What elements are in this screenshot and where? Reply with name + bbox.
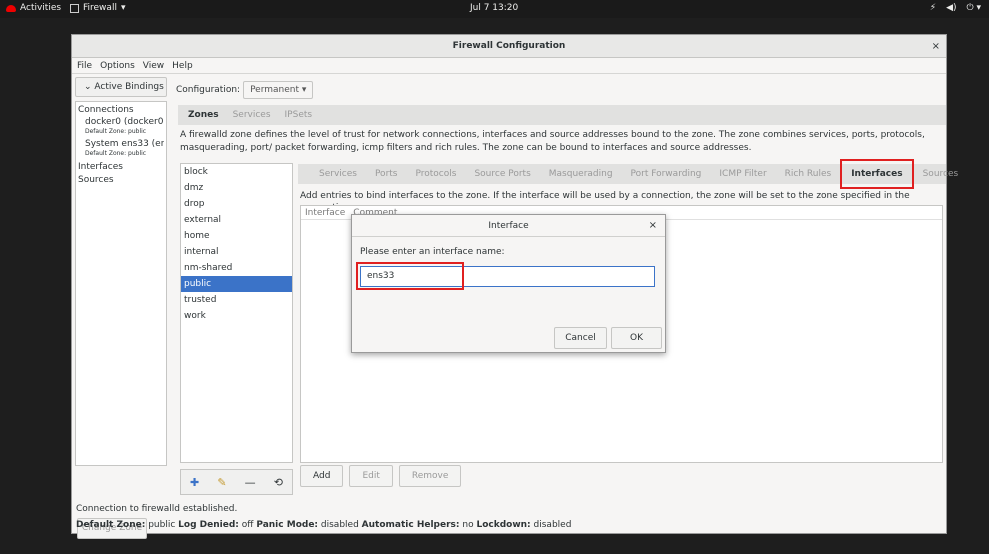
connection-name: System ens33 (ens33) (85, 139, 164, 149)
connection-status: Connection to firewalld established. (76, 504, 238, 514)
menu-file[interactable]: File (77, 58, 92, 73)
default-zone-value: public (148, 520, 176, 530)
system-menu[interactable]: ⚡ ◀) ⏻ ▾ (930, 3, 981, 13)
firewall-app-icon (70, 3, 79, 13)
log-denied-label: Log Denied: (178, 520, 239, 530)
tab-protocols[interactable]: Protocols (406, 164, 465, 184)
dialog-title: Interface (488, 221, 529, 231)
edit-zone-icon[interactable]: ✎ (217, 476, 226, 489)
cancel-button[interactable]: Cancel (554, 327, 607, 349)
panic-mode-value: disabled (320, 520, 359, 530)
tab-masquerading[interactable]: Masquerading (540, 164, 622, 184)
zone-toolbar: ✚ ✎ — ⟲ (180, 469, 293, 495)
active-bindings-panel: ⌄ Active Bindings Connections docker0 (d… (75, 77, 171, 539)
power-icon: ⏻ ▾ (966, 3, 982, 13)
zone-item-home[interactable]: home (181, 228, 292, 244)
edit-button[interactable]: Edit (349, 465, 393, 487)
tab-icmp-filter[interactable]: ICMP Filter (710, 164, 775, 184)
tab-interfaces[interactable]: Interfaces (840, 159, 914, 189)
zone-item-dmz[interactable]: dmz (181, 180, 292, 196)
app-menu[interactable]: Firewall ▾ (70, 3, 125, 13)
tab-source-ports[interactable]: Source Ports (465, 164, 539, 184)
highlight-box (356, 262, 464, 290)
window-title: Firewall Configuration (452, 41, 566, 51)
connection-item[interactable]: System ens33 (ens33) Default Zone: publi… (78, 139, 164, 158)
main-tabs: Zones Services IPSets (178, 105, 946, 125)
top-bar: Activities Firewall ▾ Jul 7 13:20 ⚡ ◀) ⏻… (0, 0, 989, 18)
close-icon[interactable]: × (932, 35, 940, 58)
default-zone-label: Default Zone: (76, 520, 146, 530)
clock[interactable]: Jul 7 13:20 (470, 3, 518, 13)
menu-bar: File Options View Help (72, 58, 946, 74)
configuration-label: Configuration: (176, 85, 241, 95)
status-bar: Default Zone: public Log Denied: off Pan… (76, 518, 571, 532)
menu-options[interactable]: Options (100, 58, 135, 73)
zone-item-work[interactable]: work (181, 308, 292, 324)
active-bindings-button[interactable]: ⌄ Active Bindings (75, 77, 167, 97)
connection-zone: Default Zone: public (85, 150, 147, 157)
interfaces-header[interactable]: Interfaces (78, 161, 164, 174)
zone-item-block[interactable]: block (181, 164, 292, 180)
connection-zone: Default Zone: public (85, 128, 147, 135)
load-defaults-icon[interactable]: ⟲ (274, 476, 283, 489)
tab-port-forwarding[interactable]: Port Forwarding (622, 164, 711, 184)
app-menu-label: Firewall (83, 3, 117, 13)
zone-item-public[interactable]: public (181, 276, 292, 292)
sources-header[interactable]: Sources (78, 174, 164, 187)
zone-item-trusted[interactable]: trusted (181, 292, 292, 308)
automatic-helpers-label: Automatic Helpers: (361, 520, 460, 530)
automatic-helpers-value: no (462, 520, 474, 530)
redhat-logo-icon (6, 4, 16, 12)
ok-button[interactable]: OK (611, 327, 662, 349)
tab-zones[interactable]: Zones (188, 105, 219, 125)
activities-label: Activities (20, 3, 62, 13)
activities-button[interactable]: Activities (6, 3, 61, 13)
column-interface[interactable]: Interface (305, 206, 345, 219)
zone-item-nm-shared[interactable]: nm-shared (181, 260, 292, 276)
volume-icon: ◀) (946, 3, 957, 13)
lockdown-label: Lockdown: (476, 520, 531, 530)
bindings-list: Connections docker0 (docker0) Default Zo… (75, 101, 167, 466)
remove-button[interactable]: Remove (398, 465, 462, 487)
connections-header[interactable]: Connections (78, 104, 164, 117)
dialog-titlebar: Interface × (352, 215, 665, 237)
tab-ipsets[interactable]: IPSets (285, 105, 313, 125)
tab-rich-rules[interactable]: Rich Rules (776, 164, 841, 184)
zone-item-external[interactable]: external (181, 212, 292, 228)
zone-item-internal[interactable]: internal (181, 244, 292, 260)
connection-name: docker0 (docker0) (85, 117, 164, 127)
remove-zone-icon[interactable]: — (245, 476, 256, 489)
tab-zone-services[interactable]: Services (310, 164, 366, 184)
add-zone-icon[interactable]: ✚ (190, 476, 199, 489)
zone-settings-tabs: Services Ports Protocols Source Ports Ma… (298, 159, 958, 189)
log-denied-value: off (241, 520, 254, 530)
tab-services[interactable]: Services (233, 105, 271, 125)
connection-item[interactable]: docker0 (docker0) Default Zone: public (78, 117, 164, 136)
tab-ports[interactable]: Ports (366, 164, 407, 184)
window-titlebar: Firewall Configuration × (72, 35, 946, 58)
configuration-select[interactable]: Permanent ▾ (243, 81, 314, 99)
dialog-prompt: Please enter an interface name: (360, 247, 505, 257)
close-icon[interactable]: × (649, 215, 657, 237)
menu-help[interactable]: Help (172, 58, 193, 73)
zone-description: A firewalld zone defines the level of tr… (180, 130, 925, 153)
menu-view[interactable]: View (143, 58, 164, 73)
interface-buttons: Add Edit Remove (300, 465, 462, 487)
chevron-down-icon: ▾ (120, 3, 126, 13)
interface-dialog: Interface × Please enter an interface na… (351, 214, 666, 353)
panic-mode-label: Panic Mode: (256, 520, 319, 530)
configuration-row: Configuration: Permanent ▾ (176, 81, 314, 99)
zone-item-drop[interactable]: drop (181, 196, 292, 212)
add-button[interactable]: Add (300, 465, 344, 487)
lockdown-value: disabled (533, 520, 572, 530)
network-icon: ⚡ (929, 3, 937, 13)
zone-list: block dmz drop external home internal nm… (180, 163, 293, 463)
tab-sources[interactable]: Sources (914, 164, 968, 184)
